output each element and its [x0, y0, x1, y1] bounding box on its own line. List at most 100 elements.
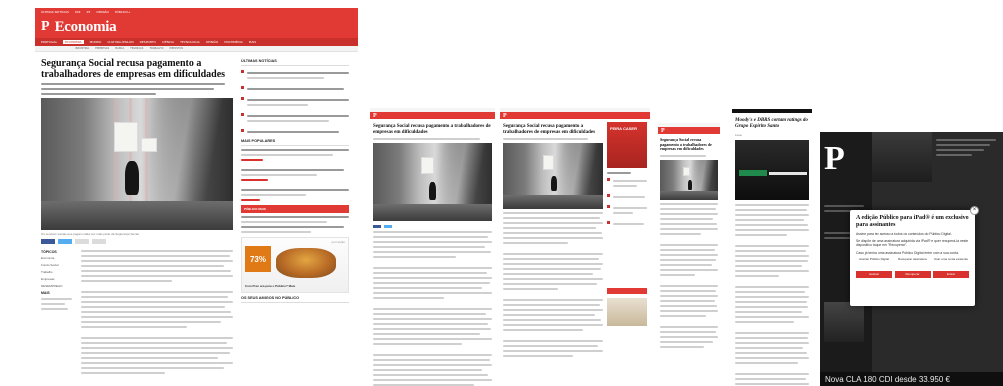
article-photo[interactable]: [503, 143, 603, 210]
article-title[interactable]: Segurança Social recusa pagamento a trab…: [503, 124, 603, 135]
app-header: P: [370, 112, 495, 119]
tag-link[interactable]: Fundo Social: [41, 263, 75, 267]
article-lead: [41, 83, 233, 95]
close-icon[interactable]: ×: [970, 206, 979, 215]
subnav-item[interactable]: BANCA: [115, 47, 124, 50]
promo-image[interactable]: [607, 298, 647, 326]
article-text: [373, 231, 492, 386]
option-label: Recuperar assinatura: [898, 256, 927, 261]
article-text: [503, 212, 603, 358]
promo-banner[interactable]: PÚBLICO MAIS: [241, 205, 349, 213]
twitter-icon[interactable]: [384, 225, 392, 229]
latest-news-heading: ÚLTIMAS NOTÍCIAS: [241, 59, 349, 66]
tags-label: TÓPICOS: [41, 250, 57, 254]
promo-banner[interactable]: [607, 288, 647, 294]
subnav-item[interactable]: INDÚSTRIA: [75, 47, 89, 50]
option-restore: Recuperar assinatura Recuperar: [894, 256, 931, 278]
nav-item-active[interactable]: ECONOMIA: [63, 40, 84, 44]
ad-footer-text: Nova CLA 180 CDI desde 33.950 €: [825, 374, 950, 384]
article-photo[interactable]: [735, 139, 809, 200]
sidebar: ÚLTIMAS NOTÍCIAS MAIS POPULARES PÚBLICO …: [241, 56, 349, 377]
nav-item[interactable]: PORTUGAL: [41, 40, 57, 44]
option-label: Usar uma conta existente: [933, 256, 969, 261]
option-label: Assinar Público Digital: [859, 256, 889, 261]
promo-label: PÚBLICO MAIS: [244, 207, 266, 211]
desktop-screenshot: ÚLTIMAS NOTÍCIAS P24 P3 OPINIÃO PÚBLICO+…: [35, 8, 358, 386]
facebook-icon[interactable]: [41, 239, 55, 244]
news-item[interactable]: [241, 69, 349, 82]
photo-caption: Os serviços sociais que pagam cada vez m…: [41, 232, 139, 236]
publico-logo[interactable]: P: [503, 113, 507, 119]
article-text: [735, 203, 809, 386]
ad-discount: 73%: [245, 246, 271, 272]
modal-body-restore: Se dispõe de uma assinatura adquirida vi…: [856, 239, 969, 248]
ad-image: [276, 248, 336, 278]
article-byline: Lusa: [735, 132, 742, 137]
topbar-link[interactable]: P3: [87, 10, 91, 14]
tag-link[interactable]: Empresas: [41, 277, 75, 281]
nav-item[interactable]: TECNOLOGIA: [180, 40, 200, 44]
publico-logo[interactable]: P: [661, 128, 665, 134]
nav-item[interactable]: MULTIMÉDIA: [224, 40, 243, 44]
subnav-item[interactable]: IMPOSTOS: [169, 47, 183, 50]
publico-logo[interactable]: P: [41, 19, 50, 35]
modal-body-subscribe: Assine para ter acesso a todos os conteú…: [856, 232, 952, 236]
article-text: [660, 202, 718, 348]
email-icon[interactable]: [92, 239, 106, 244]
news-item[interactable]: [241, 112, 349, 125]
tag-link[interactable]: DESEMPREGO: [41, 284, 75, 288]
app-header: P: [500, 112, 650, 119]
article-body-area: TÓPICOS Economia Fundo Social Trabalho E…: [41, 247, 233, 377]
top-utility-bar: ÚLTIMAS NOTÍCIAS P24 P3 OPINIÃO PÚBLICO+: [35, 8, 358, 16]
subnav-item[interactable]: FINANÇAS: [130, 47, 143, 50]
publico-logo[interactable]: P: [373, 113, 377, 119]
news-item[interactable]: [241, 128, 349, 136]
subnav-item[interactable]: EMPRESAS: [95, 47, 109, 50]
nav-item[interactable]: MUNDO: [90, 40, 102, 44]
option-subscribe: Assinar Público Digital Assinar: [856, 256, 892, 278]
advertisement[interactable]: promoção 73% Com Pren ara para o Público…: [241, 237, 349, 293]
main-nav: PORTUGAL ECONOMIA MUNDO CULTURA-ÍPSILON …: [35, 38, 358, 46]
article-text: [81, 247, 233, 377]
share-bar: [373, 225, 492, 229]
tag-link[interactable]: Economia: [41, 256, 75, 260]
ad-text: Com Pren ara para o Público? Mais: [245, 284, 296, 288]
article-title[interactable]: Segurança Social recusa pagamento a trab…: [373, 124, 492, 135]
option-login: Usar uma conta existente Entrar: [933, 256, 969, 278]
ad-footer[interactable]: Nova CLA 180 CDI desde 33.950 €: [820, 372, 1003, 386]
site-header: P Economia: [35, 16, 358, 38]
sidebar: FEIRA CASER: [607, 122, 647, 360]
article-photo[interactable]: [373, 143, 492, 222]
article-photo[interactable]: [660, 159, 718, 200]
subnav-item[interactable]: TRABALHO: [149, 47, 163, 50]
nav-item[interactable]: DESPORTO: [140, 40, 156, 44]
tags-column: TÓPICOS Economia Fundo Social Trabalho E…: [41, 247, 75, 377]
tablet-screenshot-1: P Segurança Social recusa pagamento a tr…: [370, 108, 495, 386]
nav-item[interactable]: MAIS: [249, 40, 256, 44]
article-title[interactable]: Segurança Social recusa pagamento a trab…: [41, 58, 233, 80]
article-title[interactable]: Segurança Social recusa pagamento a trab…: [660, 137, 718, 152]
topbar-link[interactable]: ÚLTIMAS NOTÍCIAS: [41, 10, 69, 14]
ad-label: FEIRA CASER: [610, 126, 637, 131]
nav-item[interactable]: CULTURA-ÍPSILON: [107, 40, 133, 44]
tag-link[interactable]: Trabalho: [41, 270, 75, 274]
news-item[interactable]: [241, 96, 349, 109]
advertisement[interactable]: FEIRA CASER: [607, 122, 647, 168]
friends-heading: OS SEUS AMIGOS NO PÚBLICO: [241, 296, 349, 303]
page-body: Segurança Social recusa pagamento a trab…: [35, 52, 358, 381]
twitter-icon[interactable]: [58, 239, 72, 244]
modal-title: A edição Público para iPad® é um exclusi…: [856, 215, 969, 228]
subscribe-button[interactable]: Assinar: [856, 270, 892, 278]
restore-button[interactable]: Recuperar: [894, 270, 931, 278]
nav-item[interactable]: OPINIÃO: [206, 40, 219, 44]
facebook-icon[interactable]: [373, 225, 381, 229]
topbar-link[interactable]: OPINIÃO: [96, 10, 109, 14]
nav-item[interactable]: CIÊNCIA: [162, 40, 174, 44]
article-title[interactable]: Moody's e DBRS cortam ratings do Grupo E…: [735, 118, 809, 130]
news-item[interactable]: [241, 85, 349, 93]
topbar-link[interactable]: PÚBLICO+: [115, 10, 131, 14]
article-photo[interactable]: [41, 98, 233, 230]
login-button[interactable]: Entrar: [933, 270, 969, 278]
share-icon[interactable]: [75, 239, 89, 244]
topbar-link[interactable]: P24: [75, 10, 81, 14]
